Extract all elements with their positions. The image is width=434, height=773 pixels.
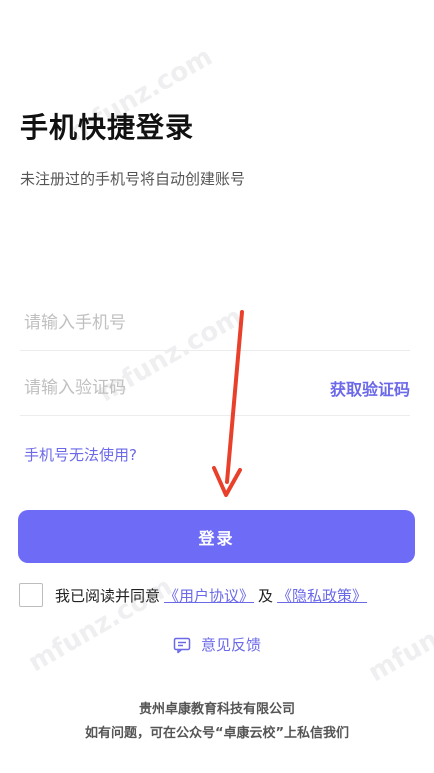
verification-code-input[interactable] [20, 377, 280, 398]
feedback-button[interactable]: 意见反馈 [0, 634, 434, 655]
privacy-policy-link[interactable]: 《隐私政策》 [277, 585, 367, 606]
get-code-button[interactable]: 获取验证码 [330, 376, 410, 400]
agreement-conjunction: 及 [258, 586, 274, 605]
agreement-prefix: 我已阅读并同意 [55, 586, 161, 605]
user-agreement-link[interactable]: 《用户协议》 [164, 585, 254, 606]
footer-company: 贵州卓康教育科技有限公司 [138, 702, 295, 717]
login-button[interactable]: 登录 [18, 510, 415, 563]
code-field-row: 获取验证码 [20, 360, 410, 416]
login-page: mfunz.com mfunz.com mfunz.com mfunz.com … [0, 0, 434, 773]
footer-contact: 如有问题，可在公众号“卓康云校”上私信我们 [84, 726, 350, 741]
phone-field-row [20, 295, 410, 351]
footer: 贵州卓康教育科技有限公司 如有问题，可在公众号“卓康云校”上私信我们 [0, 698, 434, 746]
page-subtitle: 未注册过的手机号将自动创建账号 [20, 170, 246, 188]
feedback-label: 意见反馈 [200, 636, 261, 654]
page-title: 手机快捷登录 [20, 111, 195, 144]
feedback-icon [173, 637, 191, 653]
agreement-checkbox[interactable] [19, 583, 43, 607]
phone-input[interactable] [20, 312, 280, 333]
phone-unavailable-link[interactable]: 手机号无法使用? [24, 444, 137, 465]
agreement-row: 我已阅读并同意 《用户协议》 及 《隐私政策》 [19, 582, 371, 608]
